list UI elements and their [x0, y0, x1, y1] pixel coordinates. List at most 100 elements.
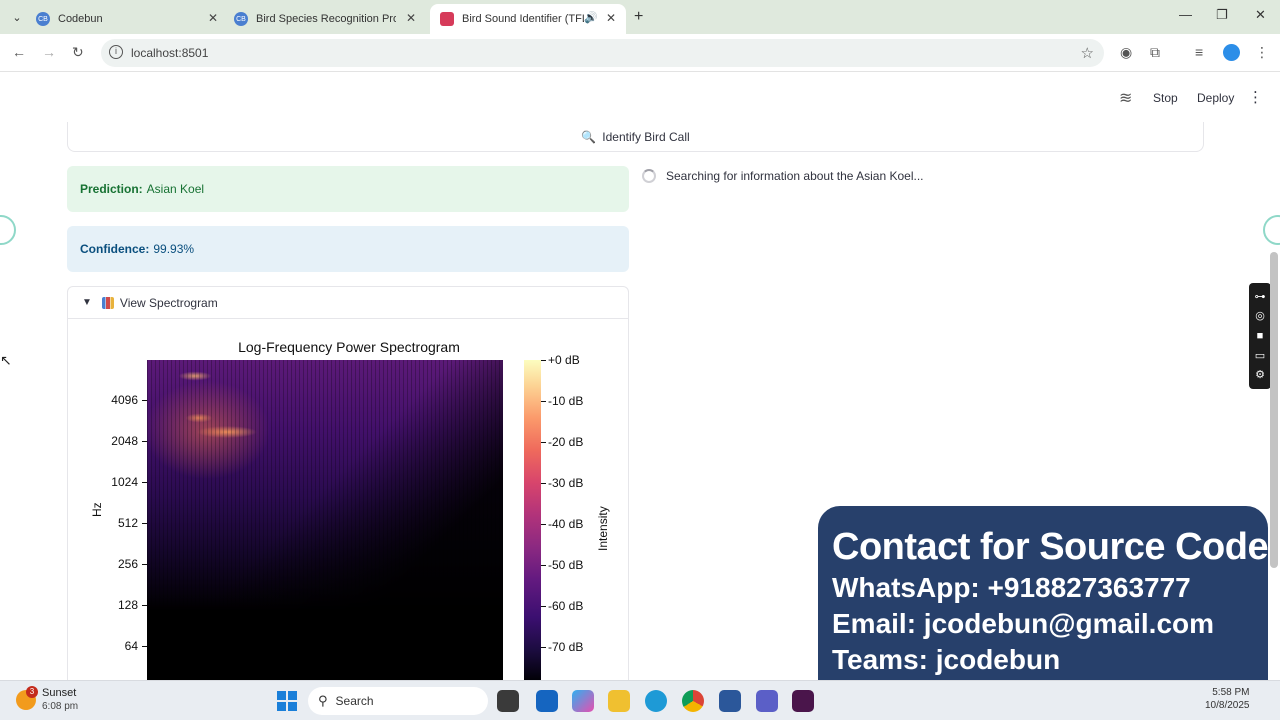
- pin-icon[interactable]: ⊶: [1255, 291, 1266, 303]
- colorbar-tick-label: -10 dB: [540, 394, 584, 408]
- close-icon[interactable]: ✕: [208, 11, 218, 25]
- confidence-label: Confidence:: [80, 242, 150, 256]
- contact-email: Email: jcodebun@gmail.com: [832, 608, 1215, 639]
- search-status-text: Searching for information about the Asia…: [666, 169, 924, 183]
- browser-toolbar: ← → ↻ i localhost:8501 ☆ ◉ ⧉ ≡ ⋮: [0, 34, 1280, 72]
- confidence-value: 99.93%: [153, 242, 195, 256]
- system-clock[interactable]: 5:58 PM 10/8/2025: [1205, 686, 1250, 712]
- codebun-favicon-icon: CB: [234, 12, 248, 26]
- back-icon[interactable]: ←: [12, 44, 26, 60]
- word-app-icon[interactable]: [719, 690, 741, 712]
- identify-button-label: Identify Bird Call: [602, 129, 690, 144]
- contact-teams: Teams: jcodebun: [832, 644, 1061, 675]
- tab-search-menu-icon[interactable]: ⌄: [8, 8, 26, 26]
- camera-icon[interactable]: ◉: [1120, 44, 1132, 61]
- y-tick-label: 64: [108, 639, 147, 653]
- stop-button[interactable]: Stop: [1153, 91, 1178, 105]
- spinner-icon: [642, 169, 656, 183]
- tab-title: Codebun: [58, 13, 103, 25]
- reload-icon[interactable]: ↻: [72, 44, 84, 61]
- windows-start-icon[interactable]: [277, 691, 297, 711]
- search-icon: ⚲: [318, 693, 328, 708]
- sun-icon: 3: [16, 686, 38, 710]
- window-icon[interactable]: ▭: [1255, 350, 1265, 362]
- prediction-alert: Prediction: Asian Koel: [67, 166, 629, 212]
- y-tick-label: 4096: [108, 393, 147, 407]
- chevron-down-icon: ▼: [82, 297, 92, 308]
- tab-bird-species-recognition[interactable]: CB Bird Species Recognition Projec ✕: [234, 4, 426, 34]
- close-icon[interactable]: ✕: [606, 11, 616, 25]
- contact-title: Contact for Source Code: [832, 526, 1269, 568]
- spectrogram-expander: ▼ View Spectrogram Log-Frequency Power S…: [67, 286, 629, 686]
- terminal-app-icon[interactable]: [497, 690, 519, 712]
- close-icon[interactable]: ✕: [406, 11, 416, 25]
- y-axis-label: Hz: [90, 502, 104, 517]
- recording-widget: ⊶ ◎ ■ ▭ ⚙: [1249, 283, 1271, 389]
- minimize-icon[interactable]: —: [1179, 7, 1192, 22]
- tab-title: Bird Species Recognition Projec: [256, 13, 396, 25]
- streamlit-favicon-icon: [440, 12, 454, 26]
- colorbar-tick-label: -60 dB: [540, 599, 584, 613]
- expander-header[interactable]: ▼ View Spectrogram: [68, 287, 628, 319]
- magnifier-icon: 🔍: [581, 129, 597, 144]
- bar-chart-icon: [101, 296, 114, 309]
- identify-bird-call-button[interactable]: 🔍 Identify Bird Call: [67, 122, 1204, 152]
- extensions-icon[interactable]: ⧉: [1150, 44, 1160, 61]
- prediction-label: Prediction:: [80, 182, 143, 196]
- weather-widget[interactable]: 3 Sunset 6:08 pm: [16, 686, 78, 713]
- colorbar-tick-label: -40 dB: [540, 517, 584, 531]
- media-control-icon[interactable]: ≡: [1195, 44, 1203, 60]
- spectrogram-heatmap: [147, 360, 503, 682]
- tab-codebun[interactable]: CB Codebun ✕: [36, 4, 228, 34]
- running-man-icon: ≋: [1119, 90, 1133, 107]
- windows-taskbar: 3 Sunset 6:08 pm ⚲ Search 5:58 PM 10/8/2…: [0, 680, 1280, 720]
- weather-title: Sunset: [42, 687, 77, 699]
- tab-title: Bird Sound Identifier (TFLite: [462, 13, 584, 25]
- confidence-alert: Confidence: 99.93%: [67, 226, 629, 272]
- browser-menu-icon[interactable]: ⋮: [1255, 44, 1269, 61]
- copilot-app-icon[interactable]: [572, 690, 594, 712]
- colorbar: [524, 360, 541, 682]
- clock-date: 10/8/2025: [1205, 700, 1250, 711]
- y-tick-label: 256: [108, 557, 147, 571]
- slack-app-icon[interactable]: [792, 690, 814, 712]
- bookmark-star-icon[interactable]: ☆: [1081, 44, 1094, 62]
- address-bar[interactable]: i localhost:8501 ☆: [101, 39, 1104, 67]
- store-app-icon[interactable]: [536, 690, 558, 712]
- expander-label: View Spectrogram: [119, 295, 218, 310]
- new-tab-icon[interactable]: +: [634, 8, 643, 26]
- deploy-button[interactable]: Deploy: [1197, 91, 1234, 105]
- colorbar-tick-label: -70 dB: [540, 640, 584, 654]
- file-explorer-icon[interactable]: [608, 690, 630, 712]
- app-menu-icon[interactable]: ⋮: [1248, 88, 1263, 106]
- screen-edge-indicator: [0, 215, 16, 245]
- site-info-icon[interactable]: i: [109, 45, 123, 59]
- url-text[interactable]: localhost:8501: [131, 46, 208, 60]
- chrome-browser-icon[interactable]: [682, 690, 704, 712]
- forward-icon[interactable]: →: [42, 44, 56, 60]
- prediction-value: Asian Koel: [146, 182, 205, 196]
- profile-avatar[interactable]: [1223, 44, 1240, 61]
- edge-browser-icon[interactable]: [645, 690, 667, 712]
- camera-icon[interactable]: ◎: [1255, 310, 1265, 322]
- chart-title: Log-Frequency Power Spectrogram: [238, 339, 460, 355]
- taskbar-search-label: Search: [335, 694, 374, 708]
- y-tick-label: 2048: [108, 434, 147, 448]
- y-tick-label: 512: [108, 516, 147, 530]
- maximize-icon[interactable]: ❐: [1216, 7, 1228, 23]
- window-close-icon[interactable]: ✕: [1255, 7, 1266, 23]
- speaker-icon[interactable]: 🔊: [584, 11, 598, 24]
- page-scrollbar[interactable]: [1270, 252, 1278, 568]
- contact-whatsapp: WhatsApp: +918827363777: [832, 572, 1191, 603]
- teams-app-icon[interactable]: [756, 690, 778, 712]
- colorbar-tick-label: +0 dB: [541, 353, 580, 367]
- settings-gear-icon[interactable]: ⚙: [1255, 369, 1265, 381]
- search-status: Searching for information about the Asia…: [642, 169, 924, 183]
- colorbar-tick-label: -20 dB: [540, 435, 584, 449]
- browser-tab-strip: ⌄ CB Codebun ✕ CB Bird Species Recogniti…: [0, 0, 1280, 34]
- tab-bird-sound-identifier[interactable]: Bird Sound Identifier (TFLite 🔊 ✕: [430, 4, 626, 34]
- taskbar-search[interactable]: ⚲ Search: [308, 687, 488, 715]
- y-tick-label: 1024: [108, 475, 147, 489]
- screen-edge-indicator: [1263, 215, 1280, 245]
- video-icon[interactable]: ■: [1257, 330, 1264, 342]
